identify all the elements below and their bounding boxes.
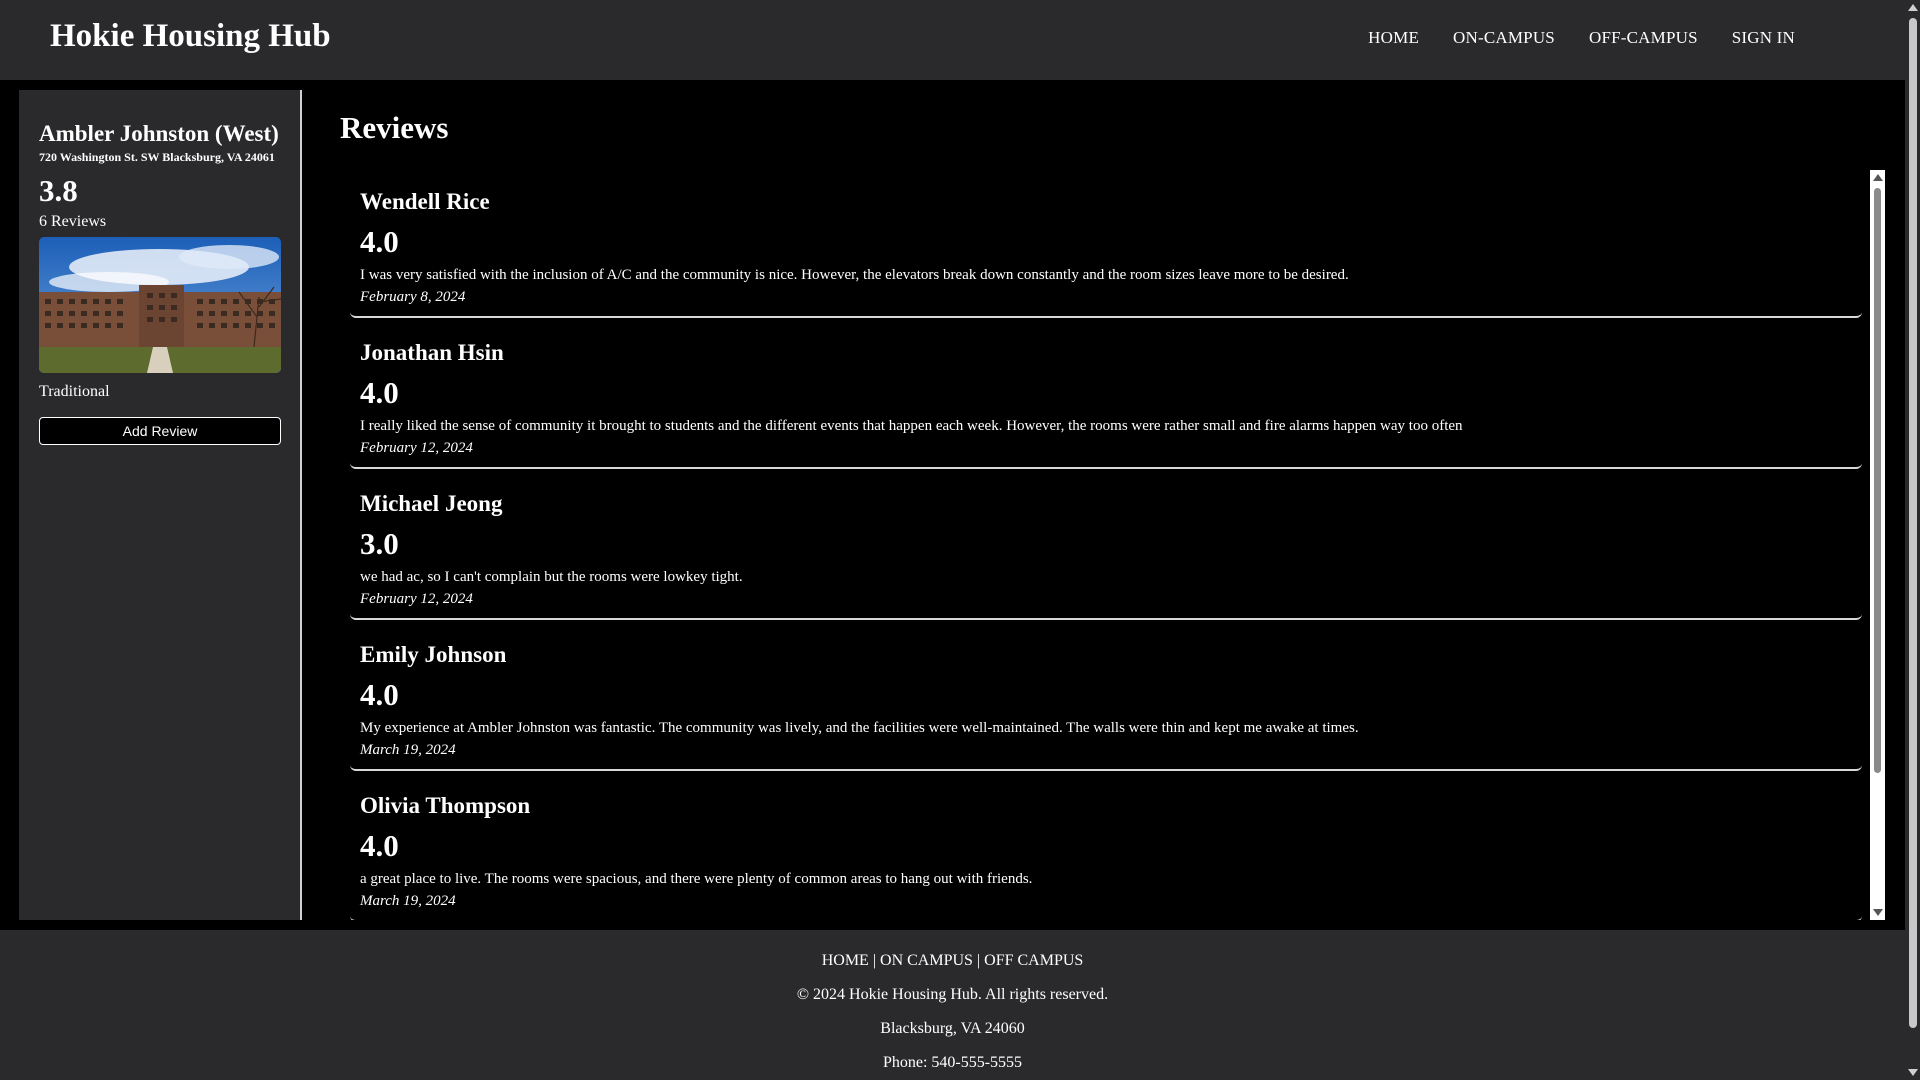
review-date: March 19, 2024 — [360, 742, 456, 758]
footer-phone: Phone: 540-555-5555 — [882, 1054, 1023, 1071]
footer-link-off-campus[interactable]: OFF CAMPUS — [984, 952, 1083, 969]
review-text: My experience at Ambler Johnston was fan… — [360, 720, 1359, 736]
review-rating: 4.0 — [360, 224, 399, 259]
nav-off-campus[interactable]: OFF-CAMPUS — [1589, 28, 1698, 48]
site-header: Hokie Housing Hub HOME ON-CAMPUS OFF-CAM… — [0, 0, 1905, 80]
housing-type: Traditional — [39, 383, 110, 400]
review-date: February 8, 2024 — [360, 289, 466, 305]
review-card: Emily Johnson 4.0 My experience at Amble… — [350, 623, 1862, 771]
footer-separator: | — [972, 952, 985, 969]
review-date: February 12, 2024 — [360, 591, 473, 607]
nav-on-campus[interactable]: ON-CAMPUS — [1453, 28, 1555, 48]
review-rating: 3.0 — [360, 526, 399, 561]
page-scroll-down-arrow-icon[interactable] — [1908, 1069, 1918, 1076]
review-card: Jonathan Hsin 4.0 I really liked the sen… — [350, 321, 1862, 469]
reviewer-name: Emily Johnson — [360, 642, 507, 667]
reviews-title: Reviews — [340, 110, 449, 145]
review-rating: 4.0 — [360, 828, 399, 863]
footer-location: Blacksburg, VA 24060 — [880, 1020, 1025, 1037]
review-rating: 4.0 — [360, 375, 399, 410]
footer-link-on-campus[interactable]: ON CAMPUS — [880, 952, 973, 969]
reviews-scrollbar-thumb[interactable] — [1874, 188, 1881, 773]
reviews-panel[interactable]: Wendell Rice 4.0 I was very satisfied wi… — [340, 170, 1885, 920]
average-rating: 3.8 — [39, 173, 78, 208]
review-card: Olivia Thompson 4.0 a great place to liv… — [350, 774, 1862, 920]
housing-photo — [39, 237, 281, 373]
reviewer-name: Wendell Rice — [360, 189, 490, 214]
site-footer: HOME | ON CAMPUS | OFF CAMPUS © 2024 Hok… — [0, 930, 1905, 1080]
review-card: Wendell Rice 4.0 I was very satisfied wi… — [350, 170, 1862, 318]
reviewer-name: Jonathan Hsin — [360, 340, 504, 365]
review-text: we had ac, so I can't complain but the r… — [360, 569, 743, 585]
add-review-button[interactable]: Add Review — [39, 417, 281, 445]
review-card: Michael Jeong 3.0 we had ac, so I can't … — [350, 472, 1862, 620]
page-scrollbar[interactable] — [1905, 0, 1920, 1080]
reviews-scrollbar[interactable] — [1870, 170, 1885, 920]
review-text: I was very satisfied with the inclusion … — [360, 267, 1349, 283]
review-date: March 19, 2024 — [360, 893, 456, 909]
nav-home[interactable]: HOME — [1368, 28, 1419, 48]
review-text: I really liked the sense of community it… — [360, 418, 1463, 434]
housing-sidebar: Ambler Johnston (West) 720 Washington St… — [19, 90, 302, 920]
reviewer-name: Michael Jeong — [360, 491, 503, 516]
footer-link-home[interactable]: HOME — [822, 952, 869, 969]
page-scrollbar-thumb[interactable] — [1909, 18, 1917, 1028]
footer-links: HOME | ON CAMPUS | OFF CAMPUS — [0, 944, 1905, 978]
main-nav: HOME ON-CAMPUS OFF-CAMPUS SIGN IN — [1368, 28, 1795, 48]
page-scroll-up-arrow-icon[interactable] — [1908, 4, 1918, 11]
site-brand[interactable]: Hokie Housing Hub — [50, 18, 331, 55]
review-count: 6 Reviews — [39, 213, 107, 230]
housing-address: 720 Washington St. SW Blacksburg, VA 240… — [39, 150, 275, 164]
review-date: February 12, 2024 — [360, 440, 473, 456]
housing-name: Ambler Johnston (West) — [39, 121, 279, 146]
scroll-up-arrow-icon[interactable] — [1873, 174, 1883, 181]
review-rating: 4.0 — [360, 677, 399, 712]
scroll-down-arrow-icon[interactable] — [1873, 909, 1883, 916]
footer-separator: | — [868, 952, 881, 969]
review-text: a great place to live. The rooms were sp… — [360, 871, 1033, 887]
reviewer-name: Olivia Thompson — [360, 793, 531, 818]
nav-sign-in[interactable]: SIGN IN — [1732, 28, 1795, 48]
footer-copyright: © 2024 Hokie Housing Hub. All rights res… — [796, 986, 1109, 1003]
